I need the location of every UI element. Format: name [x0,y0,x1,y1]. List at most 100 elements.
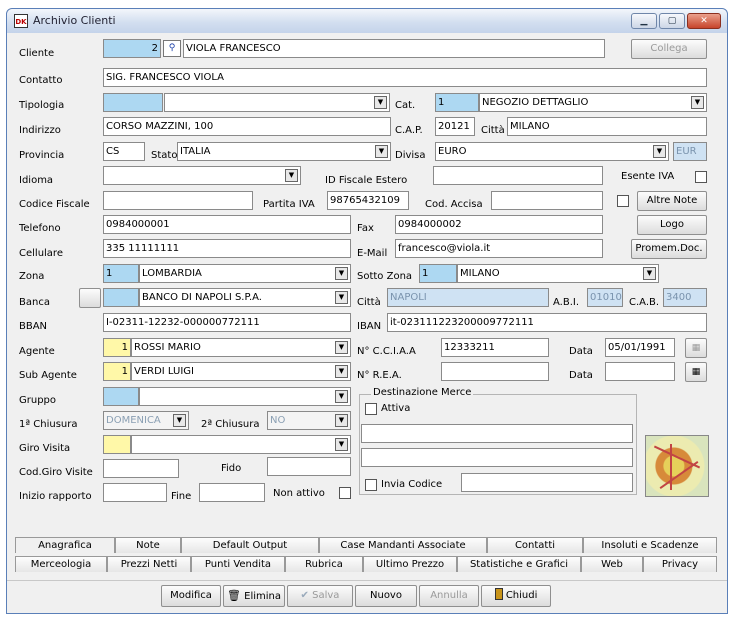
fido-field[interactable] [267,457,351,476]
annulla-button[interactable]: Annulla [419,585,479,607]
tab-insoluti-scadenze[interactable]: Insoluti e Scadenze [583,537,717,553]
chevron-down-icon[interactable]: ▼ [335,341,348,354]
tipologia-code-field[interactable] [103,93,163,112]
salva-button[interactable]: ✔ Salva [287,585,353,607]
chevron-down-icon[interactable]: ▼ [643,267,656,280]
cliente-name-field[interactable]: VIOLA FRANCESCO [183,39,605,58]
cellulare-field[interactable]: 335 11111111 [103,239,351,258]
cat-select[interactable]: NEGOZIO DETTAGLIO ▼ [479,93,707,112]
tab-statistiche-grafici[interactable]: Statistiche e Grafici [457,556,581,572]
zona-select[interactable]: LOMBARDIA ▼ [139,264,351,283]
gruppo-select[interactable]: ▼ [139,387,351,406]
inizio-rapporto-field[interactable] [103,483,167,502]
tab-anagrafica[interactable]: Anagrafica [15,537,115,553]
chevron-down-icon[interactable]: ▼ [335,365,348,378]
maximize-button[interactable]: ▢ [659,13,685,29]
divisa-select[interactable]: EURO ▼ [435,142,669,161]
title-bar[interactable]: DK Archivio Clienti ▁ ▢ ✕ [7,9,727,33]
logo-button[interactable]: Logo [637,215,707,235]
chevron-down-icon[interactable]: ▼ [335,267,348,280]
sotto-zona-select[interactable]: MILANO ▼ [457,264,659,283]
tab-contatti[interactable]: Contatti [487,537,583,553]
contatto-field[interactable]: SIG. FRANCESCO VIOLA [103,68,707,87]
esente-iva-checkbox[interactable] [695,171,707,183]
cod-giro-visite-field[interactable] [103,459,179,478]
modifica-button[interactable]: Modifica [161,585,221,607]
chiudi-button[interactable]: Chiudi [481,585,551,607]
chevron-down-icon[interactable]: ▼ [335,390,348,403]
agente-code-field[interactable]: 1 [103,338,131,357]
cod-accisa-field[interactable] [491,191,603,210]
altre-note-checkbox[interactable] [617,195,629,207]
tab-web[interactable]: Web [581,556,643,572]
chevron-down-icon[interactable]: ▼ [374,96,387,109]
minimize-button[interactable]: ▁ [631,13,657,29]
invia-codice-checkbox[interactable] [365,479,377,491]
partita-iva-field[interactable]: 98765432109 [327,191,409,210]
banca-select[interactable]: BANCO DI NAPOLI S.P.A. ▼ [139,288,351,307]
chiusura2-select[interactable]: NO ▼ [267,411,351,430]
nrea-field[interactable] [441,362,549,381]
tab-punti-vendita[interactable]: Punti Vendita [191,556,285,572]
codice-fiscale-field[interactable] [103,191,253,210]
chevron-down-icon[interactable]: ▼ [691,96,704,109]
map-icon[interactable] [645,435,709,497]
tab-privacy[interactable]: Privacy [643,556,717,572]
destinazione-field-1[interactable] [361,424,633,443]
citta-field[interactable]: MILANO [507,117,707,136]
bban-field[interactable]: I-02311-12232-000000772111 [103,313,351,332]
chevron-down-icon[interactable]: ▼ [335,291,348,304]
giro-visita-select[interactable]: ▼ [131,435,351,454]
invia-codice-field[interactable] [461,473,633,492]
chevron-down-icon[interactable]: ▼ [335,438,348,451]
chevron-down-icon[interactable]: ▼ [173,414,186,427]
tab-case-mandanti[interactable]: Case Mandanti Associate [319,537,487,553]
id-fiscale-estero-field[interactable] [433,166,603,185]
chevron-down-icon[interactable]: ▼ [335,414,348,427]
data-cciaa-field[interactable]: 05/01/1991 [605,338,675,357]
giro-visita-code-field[interactable] [103,435,131,454]
nuovo-button[interactable]: Nuovo [355,585,417,607]
calendar-icon[interactable]: ▦ [685,338,707,358]
fine-field[interactable] [199,483,265,502]
fax-field[interactable]: 0984000002 [395,215,603,234]
sub-agente-code-field[interactable]: 1 [103,362,131,381]
sub-agente-select[interactable]: VERDI LUIGI ▼ [131,362,351,381]
attiva-checkbox[interactable] [365,403,377,415]
email-field[interactable]: francesco@viola.it [395,239,603,258]
link-icon[interactable]: ⚲ [163,40,181,57]
tab-prezzi-netti[interactable]: Prezzi Netti [107,556,191,572]
close-button[interactable]: ✕ [687,13,721,29]
elimina-button[interactable]: 🗑 Elimina [223,585,285,607]
telefono-field[interactable]: 0984000001 [103,215,351,234]
tab-ultimo-prezzo[interactable]: Ultimo Prezzo [363,556,457,572]
idioma-select[interactable]: ▼ [103,166,301,185]
tab-note[interactable]: Note [115,537,181,553]
stato-select[interactable]: ITALIA ▼ [177,142,391,161]
collega-button[interactable]: Collega [631,39,707,59]
sotto-zona-code-field[interactable]: 1 [419,264,457,283]
provincia-field[interactable]: CS [103,142,145,161]
ncciaa-field[interactable]: 12333211 [441,338,549,357]
agente-select[interactable]: ROSSI MARIO ▼ [131,338,351,357]
promem-doc-button[interactable]: Promem.Doc. [631,239,707,259]
banca-lookup-button[interactable] [79,288,101,308]
gruppo-code-field[interactable] [103,387,139,406]
tab-default-output[interactable]: Default Output [181,537,319,553]
tipologia-select[interactable]: ▼ [164,93,390,112]
non-attivo-checkbox[interactable] [339,487,351,499]
chevron-down-icon[interactable]: ▼ [375,145,388,158]
indirizzo-field[interactable]: CORSO MAZZINI, 100 [103,117,391,136]
data-rea-field[interactable] [605,362,675,381]
cap-field[interactable]: 20121 [435,117,475,136]
destinazione-field-2[interactable] [361,448,633,467]
chevron-down-icon[interactable]: ▼ [653,145,666,158]
chiusura1-select[interactable]: DOMENICA ▼ [103,411,189,430]
cat-code-field[interactable]: 1 [435,93,479,112]
tab-rubrica[interactable]: Rubrica [285,556,363,572]
tab-merceologia[interactable]: Merceologia [15,556,107,572]
zona-code-field[interactable]: 1 [103,264,139,283]
iban-field[interactable]: it-023111223200009772111 [387,313,707,332]
banca-code-field[interactable] [103,288,139,307]
cliente-id-field[interactable]: 2 [103,39,161,58]
